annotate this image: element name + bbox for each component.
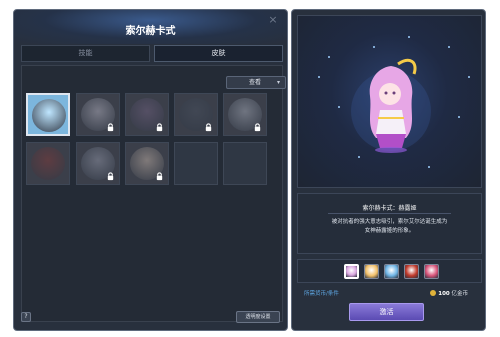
sparkle-icon (448, 46, 450, 48)
color-swatch[interactable] (344, 264, 359, 279)
skin-description-line-2: 女神赫露娅的形象。 (364, 228, 415, 234)
view-filter-label: 查看 (249, 79, 262, 86)
skin-slot[interactable] (174, 93, 218, 136)
lock-icon (156, 172, 163, 181)
lock-icon (205, 123, 212, 132)
sparkle-icon (408, 36, 410, 38)
coin-icon (430, 290, 437, 296)
currency-row: 所需货币/条件 100 亿金币 (297, 286, 482, 300)
skin-slot[interactable] (26, 142, 70, 185)
sparkle-icon (458, 116, 460, 118)
help-button[interactable]: ? (21, 312, 31, 322)
sparkle-icon (318, 76, 320, 78)
skin-grid-area: 查看 ▾ (21, 65, 286, 322)
skin-description: 被对抗者的强大意志吸引，索尔艾尔达诞生成为 女神赫露娅的形象。 (306, 218, 473, 236)
color-swatch[interactable] (364, 264, 379, 279)
currency-value: 100 亿金币 (430, 289, 468, 297)
skin-info-box: 索尔赫卡式：赫露娅 被对抗者的强大意志吸引，索尔艾尔达诞生成为 女神赫露娅的形象… (297, 193, 482, 254)
activate-button[interactable]: 激活 (349, 303, 424, 321)
character-preview (297, 15, 482, 188)
currency-unit: 亿金币 (451, 291, 468, 297)
sparkle-icon (468, 76, 470, 78)
skin-slot[interactable] (223, 142, 267, 185)
divider (328, 213, 451, 214)
currency-amount: 100 (438, 291, 450, 297)
skin-slot[interactable] (223, 93, 267, 136)
tab-skills[interactable]: 技能 (21, 45, 150, 62)
skin-slot[interactable] (26, 93, 70, 136)
skin-slot[interactable] (76, 93, 120, 136)
skin-detail-panel: 索尔赫卡式：赫露娅 被对抗者的强大意志吸引，索尔艾尔达诞生成为 女神赫露娅的形象… (291, 9, 486, 331)
character-portrait-icon (32, 99, 66, 132)
chevron-down-icon: ▾ (276, 79, 280, 86)
tab-bar: 技能 皮肤 (21, 45, 283, 62)
sparkle-icon (358, 156, 360, 158)
color-swatch[interactable] (424, 264, 439, 279)
skin-name: 索尔赫卡式：赫露娅 (362, 205, 417, 212)
skin-slot[interactable] (125, 142, 169, 185)
skin-slot[interactable] (125, 93, 169, 136)
opacity-settings-button[interactable]: 透明度设置 (236, 311, 280, 323)
sparkle-icon (338, 106, 340, 108)
title-bar: 索尔赫卡式 × (14, 10, 287, 44)
color-variant-row (297, 259, 482, 283)
sparkle-icon (373, 46, 375, 48)
skin-slot[interactable] (76, 142, 120, 185)
character-illustration-icon (351, 58, 431, 153)
character-portrait-icon (31, 147, 65, 180)
view-filter-dropdown[interactable]: 查看 ▾ (226, 76, 286, 89)
lock-icon (254, 123, 261, 132)
lock-icon (107, 123, 114, 132)
tab-skins[interactable]: 皮肤 (154, 45, 283, 62)
lock-icon (107, 172, 114, 181)
lock-icon (156, 123, 163, 132)
window-title: 索尔赫卡式 (125, 26, 176, 37)
color-swatch[interactable] (404, 264, 419, 279)
sparkle-icon (428, 166, 430, 168)
skin-description-line-1: 被对抗者的强大意志吸引，索尔艾尔达诞生成为 (331, 219, 448, 225)
sparkle-icon (328, 56, 330, 58)
skin-list-panel: 索尔赫卡式 × 技能 皮肤 查看 ▾ ? 透明度设置 (13, 9, 288, 331)
color-swatch[interactable] (384, 264, 399, 279)
close-icon[interactable]: × (267, 14, 279, 26)
required-currency-label: 所需货币/条件 (304, 291, 339, 297)
skin-slot[interactable] (174, 142, 218, 185)
